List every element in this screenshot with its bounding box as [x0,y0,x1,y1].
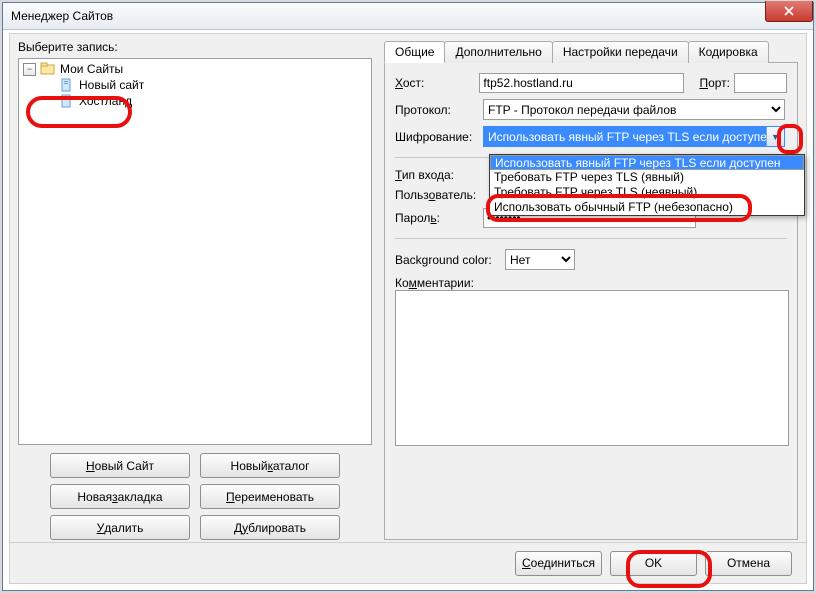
folder-icon [40,62,56,76]
client-area: Выберите запись: − Мои Сайты Новый сайт [9,33,807,584]
comments-label: Комментарии: [395,276,787,290]
ok-button[interactable]: OK [610,551,697,576]
bgcolor-label: Background color: [395,253,505,267]
general-form: Хост: Порт: Протокол: FTP - Протокол пер… [385,63,797,539]
encryption-label: Шифрование: [395,130,483,144]
port-input[interactable] [734,73,787,93]
divider [395,238,787,239]
server-icon [59,78,75,92]
titlebar[interactable]: Менеджер Сайтов [3,3,813,30]
sites-tree[interactable]: − Мои Сайты Новый сайт [18,58,372,445]
bottom-bar: Соединиться OK Отмена [10,542,806,583]
encryption-select[interactable]: Использовать явный FTP через TLS если до… [483,126,785,147]
encryption-option[interactable]: Использовать обычный FTP (небезопасно) [490,200,804,215]
port-label: Порт: [699,76,730,90]
encryption-option[interactable]: Требовать FTP через TLS (явный) [490,170,804,185]
comments-textarea[interactable] [395,290,789,446]
protocol-label: Протокол: [395,103,483,117]
encryption-option[interactable]: Использовать явный FTP через TLS если до… [490,155,804,170]
connect-button[interactable]: Соединиться [515,551,602,576]
row-host: Хост: Порт: [395,73,787,93]
tab-charset[interactable]: Кодировка [688,41,769,63]
encryption-value: Использовать явный FTP через TLS если до… [484,130,766,144]
host-input[interactable] [479,73,684,93]
row-protocol: Протокол: FTP - Протокол передачи файлов [395,99,787,120]
new-bookmark-button[interactable]: Новая закладка [50,484,190,509]
cancel-button[interactable]: Отмена [705,551,792,576]
tab-advanced[interactable]: Дополнительно [444,41,552,63]
tree-root[interactable]: − Мои Сайты [19,61,371,77]
tree-item-label: Новый сайт [79,78,144,92]
password-label: Пароль: [395,211,483,225]
tree-item-label: Хостланд [79,94,132,108]
user-label: Пользователь: [395,188,483,202]
tab-transfer[interactable]: Настройки передачи [552,41,689,63]
rename-button[interactable]: Переименовать [200,484,340,509]
duplicate-button[interactable]: Дублировать [200,515,340,540]
protocol-select[interactable]: FTP - Протокол передачи файлов [483,99,785,120]
tab-general[interactable]: Общие [384,41,445,63]
tabstrip: Общие Дополнительно Настройки передачи К… [384,40,798,63]
left-buttons: Новый Сайт Новый каталог Новая закладка … [18,445,372,540]
encryption-dropdown[interactable]: Использовать явный FTP через TLS если до… [489,154,805,216]
row-encryption: Шифрование: Использовать явный FTP через… [395,126,787,147]
host-label: Хост: [395,76,479,90]
tree-item-new-site[interactable]: Новый сайт [19,77,371,93]
chevron-down-icon[interactable]: ▼ [766,127,784,146]
tree-item-hostland[interactable]: Хостланд [19,93,371,109]
left-panel: Выберите запись: − Мои Сайты Новый сайт [10,34,380,544]
collapse-toggle-icon[interactable]: − [23,63,36,76]
new-folder-button[interactable]: Новый каталог [200,453,340,478]
bgcolor-select[interactable]: Нет [505,249,575,270]
close-icon [784,6,794,16]
window-title: Менеджер Сайтов [11,9,113,23]
right-panel: Общие Дополнительно Настройки передачи К… [380,34,806,544]
select-entry-label: Выберите запись: [18,40,372,54]
row-bgcolor: Background color: Нет [395,249,787,270]
site-manager-dialog: Менеджер Сайтов Выберите запись: − Мои С… [2,2,814,591]
logon-label: Тип входа: [395,168,483,182]
tree-root-label: Мои Сайты [60,62,123,76]
delete-button[interactable]: Удалить [50,515,190,540]
encryption-option[interactable]: Требовать FTP через TLS (неявный) [490,185,804,200]
close-button[interactable] [765,1,813,22]
main-row: Выберите запись: − Мои Сайты Новый сайт [10,34,806,544]
tab-body: Хост: Порт: Протокол: FTP - Протокол пер… [384,63,798,540]
server-icon [59,94,75,108]
new-site-button[interactable]: Новый Сайт [50,453,190,478]
